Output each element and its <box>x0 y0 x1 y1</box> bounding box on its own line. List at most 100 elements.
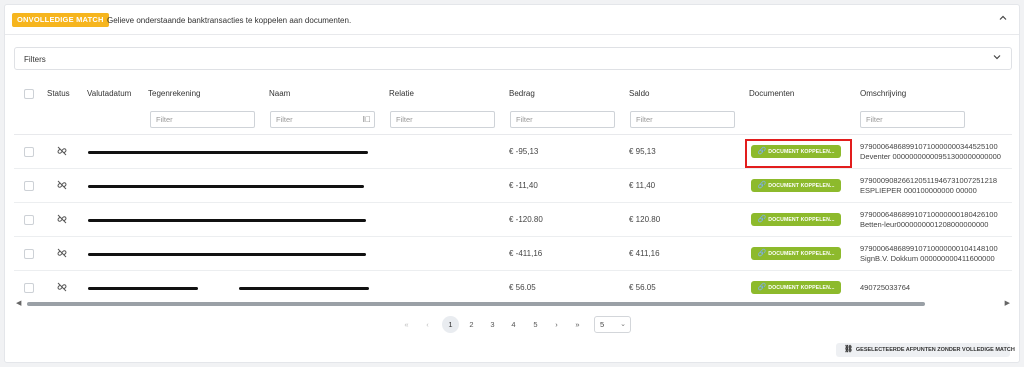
row-checkbox[interactable] <box>24 215 34 225</box>
scrollbar-thumb[interactable] <box>27 302 925 306</box>
redacted-bar <box>88 151 368 154</box>
page-button-4[interactable]: 4 <box>505 316 522 333</box>
link-document-button[interactable]: 🔗 DOCUMENT KOPPELEN... <box>751 247 841 260</box>
description-line: 490725033764 <box>860 283 911 292</box>
first-page-button[interactable]: « <box>398 316 415 333</box>
table-row[interactable]: € -411,16 € 411,16 🔗 DOCUMENT KOPPELEN...… <box>14 237 1012 271</box>
link-document-label: DOCUMENT KOPPELEN... <box>768 183 835 189</box>
table-row[interactable]: € -120.80 € 120.80 🔗 DOCUMENT KOPPELEN...… <box>14 203 1012 237</box>
redacted-bar <box>88 185 364 188</box>
filter-bedrag[interactable]: Filter <box>510 111 615 128</box>
highlight-box <box>745 139 852 168</box>
link-document-button[interactable]: 🔗 DOCUMENT KOPPELEN... <box>751 281 841 294</box>
horizontal-scrollbar[interactable]: ◀ ▶ <box>14 299 1012 309</box>
description-line: 979000648689910710000000104148100 <box>860 244 998 253</box>
saldo-value: € 56.05 <box>629 283 656 292</box>
unmatched-action-button[interactable]: ⛓ GESELECTEERDE AFPUNTEN ZONDER VOLLEDIGE… <box>836 343 1015 357</box>
column-header-status[interactable]: Status <box>47 89 70 98</box>
text-cursor-icon: I⃓ <box>362 115 371 124</box>
bedrag-value: € -120.80 <box>509 215 543 224</box>
link-icon: 🔗 <box>757 182 767 189</box>
chevron-down-icon: ⌄ <box>620 321 626 328</box>
page-button-1[interactable]: 1 <box>442 316 459 333</box>
page-size-select[interactable]: 5 ⌄ <box>594 316 631 333</box>
filter-tegenrekening[interactable]: Filter <box>150 111 255 128</box>
select-all-checkbox[interactable] <box>24 89 34 99</box>
column-header-tegenrekening[interactable]: Tegenrekening <box>148 89 200 98</box>
description-line: 979000648689910710000000180426100 <box>860 210 998 219</box>
chevron-down-icon[interactable] <box>993 53 1001 63</box>
link-document-button[interactable]: 🔗 DOCUMENT KOPPELEN... <box>751 213 841 226</box>
filter-omschrijving[interactable]: Filter <box>860 111 965 128</box>
filter-relatie[interactable]: Filter <box>390 111 495 128</box>
unlinked-icon <box>57 282 67 294</box>
link-document-label: DOCUMENT KOPPELEN... <box>768 251 835 257</box>
row-checkbox[interactable] <box>24 147 34 157</box>
unlinked-icon <box>57 180 67 192</box>
description-line: SignB.V. Dokkum 000000000411600000 <box>860 254 995 263</box>
filter-saldo[interactable]: Filter <box>630 111 735 128</box>
redacted-bar <box>239 287 369 290</box>
pagination: « ‹ 1 2 3 4 5 › » 5 ⌄ <box>5 316 1019 333</box>
page-button-2[interactable]: 2 <box>463 316 480 333</box>
saldo-value: € 95,13 <box>629 147 656 156</box>
unlink-icon: ⛓ <box>844 346 853 353</box>
page-size-value: 5 <box>600 320 605 329</box>
scroll-right-icon[interactable]: ▶ <box>1005 299 1010 307</box>
redacted-bar <box>88 287 198 290</box>
saldo-value: € 120.80 <box>629 215 661 224</box>
unlinked-icon <box>57 214 67 226</box>
description-cell: 979000648689910710000000344525100 Devent… <box>860 142 1001 162</box>
link-icon: 🔗 <box>757 250 767 257</box>
link-icon: 🔗 <box>757 284 767 291</box>
filter-naam-placeholder: Filter <box>276 115 293 124</box>
incomplete-match-badge: ONVOLLEDIGE MATCH <box>12 13 109 27</box>
last-page-button[interactable]: » <box>569 316 586 333</box>
bedrag-value: € -95,13 <box>509 147 539 156</box>
card-header[interactable]: ONVOLLEDIGE MATCH Gelieve onderstaande b… <box>5 5 1019 35</box>
table-row[interactable]: € 56.05 € 56.05 🔗 DOCUMENT KOPPELEN... 49… <box>14 271 1012 298</box>
filters-panel[interactable]: Filters <box>14 47 1012 70</box>
unmatched-action-label: GESELECTEERDE AFPUNTEN ZONDER VOLLEDIGE … <box>855 347 1015 353</box>
table-row[interactable]: € -95,13 € 95,13 🔗 DOCUMENT KOPPELEN... 9… <box>14 135 1012 169</box>
column-header-naam[interactable]: Naam <box>269 89 290 98</box>
incomplete-match-card: ONVOLLEDIGE MATCH Gelieve onderstaande b… <box>4 4 1020 363</box>
transactions-table: Status Valutadatum Tegenrekening Naam Re… <box>14 83 1012 298</box>
table-row[interactable]: € -11,40 € 11,40 🔗 DOCUMENT KOPPELEN... 9… <box>14 169 1012 203</box>
chevron-up-icon[interactable] <box>999 14 1007 24</box>
column-header-saldo[interactable]: Saldo <box>629 89 649 98</box>
next-page-button[interactable]: › <box>548 316 565 333</box>
column-header-omschrijving[interactable]: Omschrijving <box>860 89 906 98</box>
row-checkbox[interactable] <box>24 249 34 259</box>
header-message: Gelieve onderstaande banktransacties te … <box>107 16 352 25</box>
filters-label: Filters <box>24 55 46 64</box>
link-document-label: DOCUMENT KOPPELEN... <box>768 285 835 291</box>
row-checkbox[interactable] <box>24 283 34 293</box>
description-cell: 979000908266120511946731007251218 ESPLIE… <box>860 176 997 196</box>
description-line: Betten-leur0000000001208000000000 <box>860 220 989 229</box>
description-line: ESPLIEPER 000100000000 00000 <box>860 186 977 195</box>
column-header-bedrag[interactable]: Bedrag <box>509 89 535 98</box>
filter-naam[interactable]: Filter I⃓ <box>270 111 375 128</box>
link-icon: 🔗 <box>757 216 767 223</box>
row-checkbox[interactable] <box>24 181 34 191</box>
column-header-relatie[interactable]: Relatie <box>389 89 414 98</box>
bedrag-value: € -11,40 <box>509 181 538 190</box>
page-button-5[interactable]: 5 <box>527 316 544 333</box>
column-header-documenten[interactable]: Documenten <box>749 89 794 98</box>
description-cell: 979000648689910710000000180426100 Betten… <box>860 210 998 230</box>
description-line: Deventer 00000000000951300000000000 <box>860 152 1001 161</box>
bedrag-value: € -411,16 <box>509 249 543 258</box>
description-line: 979000648689910710000000344525100 <box>860 142 998 151</box>
column-header-valutadatum[interactable]: Valutadatum <box>87 89 131 98</box>
prev-page-button[interactable]: ‹ <box>419 316 436 333</box>
description-line: 979000908266120511946731007251218 <box>860 176 998 185</box>
scroll-left-icon[interactable]: ◀ <box>16 299 21 307</box>
saldo-value: € 11,40 <box>629 181 656 190</box>
unlinked-icon <box>57 248 67 260</box>
redacted-bar <box>88 253 366 256</box>
description-cell: 979000648689910710000000104148100 SignB.… <box>860 244 998 264</box>
unlinked-icon <box>57 146 67 158</box>
link-document-button[interactable]: 🔗 DOCUMENT KOPPELEN... <box>751 179 841 192</box>
page-button-3[interactable]: 3 <box>484 316 501 333</box>
